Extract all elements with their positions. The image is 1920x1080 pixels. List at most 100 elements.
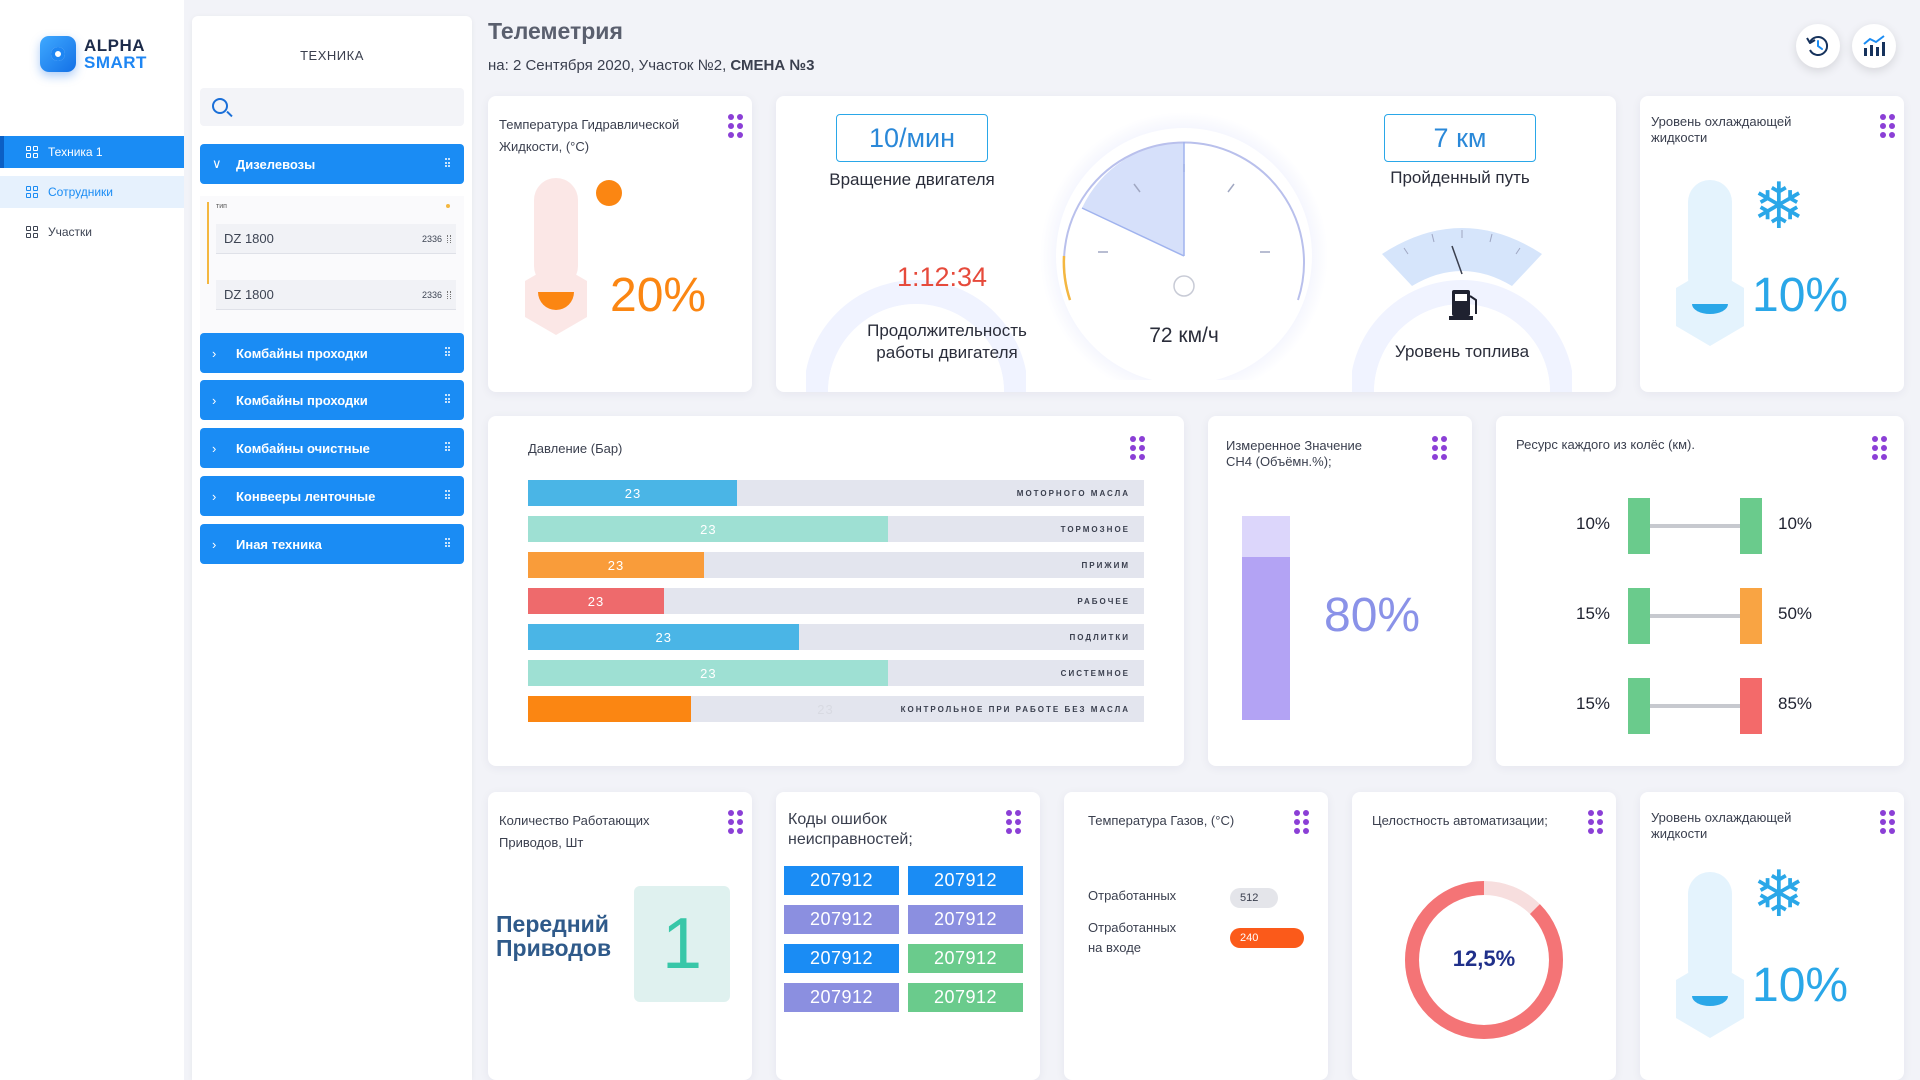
pressure-row: 23 ТОРМОЗНОЕ: [528, 516, 1144, 542]
card-menu-icon[interactable]: [728, 810, 744, 834]
page-subtitle: на: 2 Сентября 2020, Участок №2, СМЕНА №…: [488, 57, 814, 74]
drives-label-line1: Передний: [496, 911, 609, 937]
nav-item-sites[interactable]: Участки: [0, 216, 184, 248]
pressure-bar-label: ПОДЛИТКИ: [1069, 633, 1130, 642]
hydraulic-temp-card: Температура Гидравлической Жидкости, (°С)…: [488, 96, 752, 392]
history-button[interactable]: [1796, 24, 1840, 68]
category-combines-2[interactable]: › Комбайны проходки: [200, 380, 464, 420]
card-menu-icon[interactable]: [1294, 810, 1310, 834]
wheels-card: Ресурс каждого из колёс (км). 10% 10% 15% 5…: [1496, 416, 1904, 766]
pressure-bar-value: 23: [607, 558, 625, 573]
duration-label-line2: работы двигателя: [876, 343, 1018, 362]
snowflake-icon: ❄: [1752, 858, 1806, 930]
card-menu-icon[interactable]: [1588, 810, 1604, 834]
card-title-line1: Измеренное Значение: [1226, 438, 1363, 453]
gas-row1-value: 512: [1230, 888, 1278, 908]
pressure-row: 23 ПОДЛИТКИ: [528, 624, 1144, 650]
grid-icon: [26, 146, 38, 158]
category-diesel[interactable]: ∨ Дизелевозы: [200, 144, 464, 184]
search-input[interactable]: [200, 88, 464, 126]
gas-row1-label: Отработанных: [1088, 888, 1177, 903]
wheel-left-value: 15%: [1576, 604, 1611, 623]
error-code-chip[interactable]: 207912: [784, 983, 899, 1012]
drag-handle-icon[interactable]: [445, 442, 450, 452]
card-title-line2: неисправностей;: [788, 831, 913, 848]
card-menu-icon[interactable]: [1432, 436, 1448, 460]
pressure-bar-label: СИСТЕМНОЕ: [1060, 669, 1130, 678]
gas-row2-label-line2: на входе: [1088, 940, 1142, 955]
error-code-chip[interactable]: 207912: [908, 944, 1023, 973]
category-label: Дизелевозы: [236, 156, 316, 172]
subtitle-date-site: на: 2 Сентября 2020, Участок №2,: [488, 57, 731, 74]
ch4-card: Измеренное Значение СН4 (Объёмн.%); 80%: [1208, 416, 1472, 766]
drag-handle-icon[interactable]: [447, 291, 451, 299]
pressure-bar-value: 23: [700, 666, 717, 681]
list-item[interactable]: DZ 1800 2336: [216, 280, 456, 310]
card-menu-icon[interactable]: [728, 114, 744, 138]
automation-card: Целостность автоматизации; 12,5%: [1352, 792, 1616, 1080]
wheel-left: [1628, 498, 1650, 554]
pressure-bar-value: 23: [624, 486, 642, 501]
nav-item-employees[interactable]: Сотрудники: [0, 176, 184, 208]
duration-gauge-icon: [806, 280, 1026, 392]
coolant-card-top: Уровень охлаждающей жидкости ❄ 10%: [1640, 96, 1904, 392]
wheel-right-value: 50%: [1778, 604, 1813, 623]
card-menu-icon[interactable]: [1130, 436, 1146, 460]
category-label: Комбайны проходки: [236, 392, 368, 408]
fuel-label: Уровень топлива: [1394, 342, 1530, 361]
card-title: Уровень охлаждающей жидкости: [1651, 810, 1791, 842]
drag-handle-icon[interactable]: [445, 490, 450, 500]
card-menu-icon[interactable]: [1880, 810, 1896, 834]
thermometer-icon: [1676, 872, 1744, 1038]
category-other[interactable]: › Иная техника: [200, 524, 464, 564]
logo[interactable]: ALPHA SMART: [40, 36, 147, 72]
drag-handle-icon[interactable]: [445, 538, 450, 548]
analytics-button[interactable]: [1852, 24, 1896, 68]
sidebar: ALPHA SMART Техника 1 Сотрудники Участки: [0, 0, 184, 1080]
drag-handle-icon[interactable]: [445, 158, 450, 168]
pressure-row: 23 РАБОЧЕЕ: [528, 588, 1144, 614]
category-conveyors[interactable]: › Конвееры ленточные: [200, 476, 464, 516]
gas-row2-label-line1: Отработанных: [1088, 920, 1177, 935]
ch4-level-track: [1242, 516, 1290, 720]
card-menu-icon[interactable]: [1006, 810, 1022, 834]
card-menu-icon[interactable]: [1872, 436, 1888, 460]
drag-handle-icon[interactable]: [445, 394, 450, 404]
error-code-chip[interactable]: 207912: [784, 905, 899, 934]
list-item[interactable]: DZ 1800 2336: [216, 224, 456, 254]
error-code-chip[interactable]: 207912: [908, 866, 1023, 895]
drag-handle-icon[interactable]: [447, 235, 451, 243]
duration-label: Продолжительность работы двигателя: [822, 320, 1072, 364]
error-code-chip[interactable]: 207912: [908, 905, 1023, 934]
chevron-down-icon: ∨: [212, 156, 222, 171]
category-label: Комбайны очистные: [236, 440, 370, 456]
history-icon: [1806, 36, 1829, 56]
error-code-chip[interactable]: 207912: [784, 866, 899, 895]
nav-item-label: Участки: [48, 225, 92, 239]
automation-value: 12,5%: [1452, 946, 1516, 971]
distance-value: 7 км: [1384, 114, 1536, 162]
category-combines-1[interactable]: › Комбайны проходки: [200, 333, 464, 373]
chevron-right-icon: ›: [212, 440, 217, 456]
error-code-chip[interactable]: 207912: [908, 983, 1023, 1012]
fuel-gauge: [1352, 228, 1572, 392]
pressure-bar-label: РАБОЧЕЕ: [1077, 597, 1130, 606]
chevron-right-icon: ›: [212, 345, 217, 361]
pressure-bar-value: 23: [817, 702, 834, 717]
drives-label-line2: Приводов: [496, 935, 612, 961]
pressure-bar-value: 23: [655, 630, 672, 645]
card-title-line2: СН4 (Объёмн.%);: [1226, 454, 1332, 469]
error-code-chip[interactable]: 207912: [784, 944, 899, 973]
duration-label-line1: Продолжительность: [867, 321, 1027, 340]
snowflake-icon: ❄: [1752, 170, 1806, 242]
drag-handle-icon[interactable]: [445, 347, 450, 357]
card-title: Уровень охлаждающей жидкости: [1651, 114, 1791, 146]
wheel-right: [1740, 588, 1762, 644]
card-menu-icon[interactable]: [1880, 114, 1896, 138]
card-title-line2: Приводов, Шт: [499, 835, 584, 850]
nav-item-technic[interactable]: Техника 1: [0, 136, 184, 168]
wheel-right: [1740, 678, 1762, 734]
pressure-row: 23 ПРИЖИМ: [528, 552, 1144, 578]
category-cleaning-combines[interactable]: › Комбайны очистные: [200, 428, 464, 468]
gas-temp-card: Температура Газов, (°С) Отработанных 512…: [1064, 792, 1328, 1080]
